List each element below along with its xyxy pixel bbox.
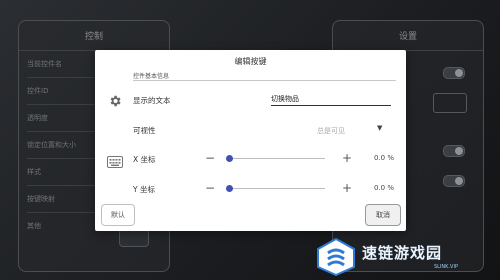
keyboard-icon — [107, 156, 123, 168]
control-row-label: 透明度 — [27, 114, 48, 122]
x-slider-thumb[interactable] — [225, 154, 233, 162]
background-button — [119, 229, 149, 247]
x-increase-button[interactable]: + — [342, 152, 352, 164]
display-text-label: 显示的文本 — [133, 96, 171, 105]
x-decrease-button[interactable]: − — [205, 152, 215, 164]
control-row-label: 样式 — [27, 168, 41, 176]
section-label: 控件基本信息 — [133, 73, 170, 80]
visibility-select-value: 总是可见 — [317, 127, 345, 135]
control-panel-title: 控制 — [19, 29, 169, 51]
toggle — [443, 175, 465, 187]
toggle — [443, 145, 465, 157]
x-coordinate-label: X 坐标 — [133, 155, 156, 164]
control-row-label: 锁定位置和大小 — [27, 141, 76, 149]
watermark-text: 速链游戏园 — [362, 244, 443, 262]
edit-key-dialog: 编辑按键 控件基本信息 显示的文本 可视性 总是可见 ▼ X 坐标 − + 0.… — [95, 50, 406, 231]
watermark: 速链游戏园 SLINK.VIP — [316, 236, 496, 278]
watermark-logo-icon — [317, 238, 355, 276]
y-coordinate-label: Y 坐标 — [133, 185, 155, 194]
control-row-label: 其他 — [27, 222, 41, 230]
toggle — [443, 67, 465, 79]
x-value: 0.0 % — [374, 154, 395, 162]
control-row-label: 当前控件名 — [27, 60, 62, 68]
visibility-label: 可视性 — [133, 126, 156, 135]
gear-icon — [110, 95, 121, 107]
cancel-button[interactable]: 取消 — [365, 204, 401, 226]
settings-panel-title: 设置 — [333, 29, 483, 51]
dropdown-arrow-icon: ▼ — [377, 124, 383, 132]
x-slider-track — [229, 158, 325, 159]
watermark-url: SLINK.VIP — [434, 264, 458, 270]
y-value: 0.0 % — [374, 184, 395, 192]
settings-box — [433, 93, 467, 113]
dialog-title: 编辑按键 — [234, 57, 267, 66]
y-slider-thumb[interactable] — [225, 184, 233, 192]
display-text-input[interactable] — [271, 93, 391, 106]
control-row-label: 控件ID — [27, 87, 49, 95]
reset-button[interactable]: 默认 — [101, 204, 135, 226]
y-slider-track — [229, 188, 325, 189]
y-increase-button[interactable]: + — [342, 182, 352, 194]
control-row-label: 按键映射 — [27, 195, 55, 203]
y-decrease-button[interactable]: − — [205, 182, 215, 194]
section-divider — [133, 80, 396, 81]
